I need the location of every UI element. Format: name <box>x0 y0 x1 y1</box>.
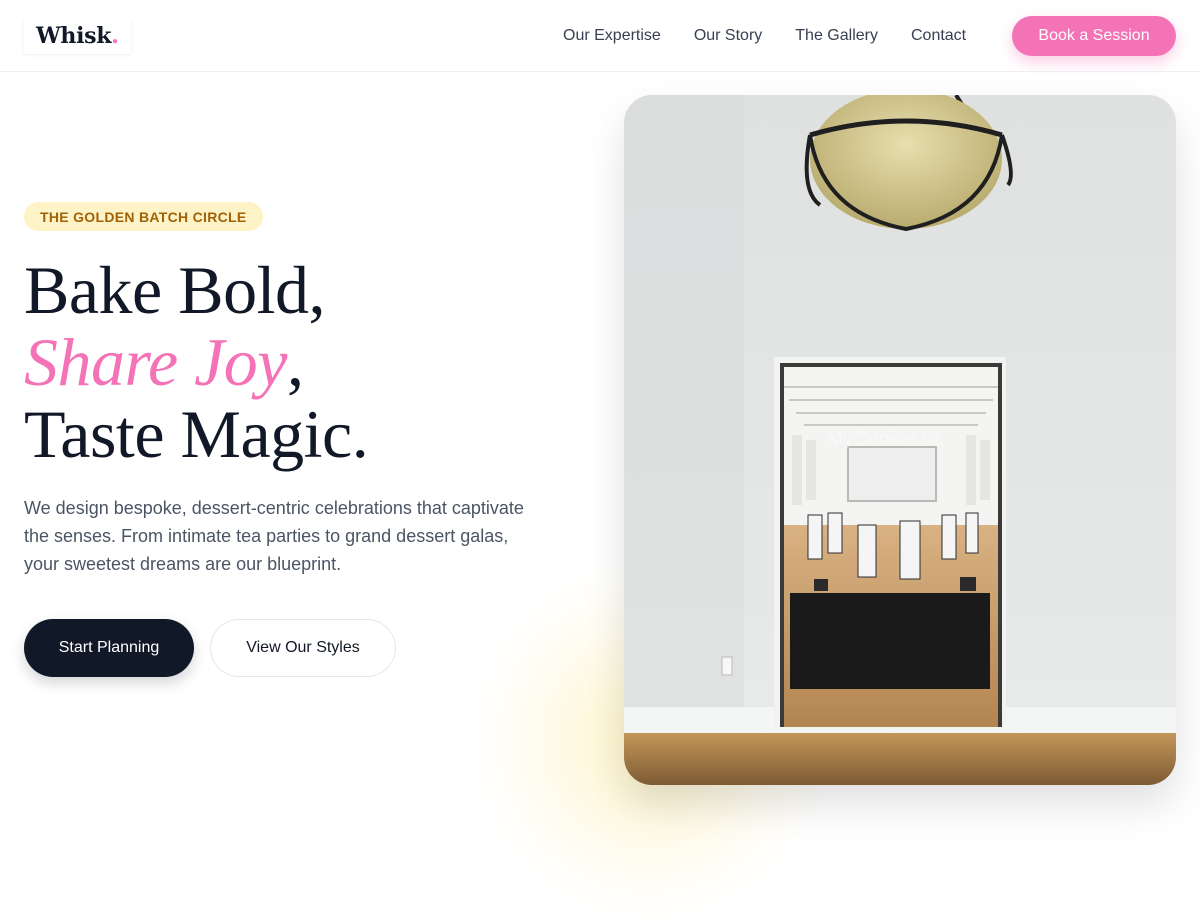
headline-accent: Share Joy <box>24 324 287 400</box>
headline-line-3: Taste Magic. <box>24 396 369 472</box>
hero-headline: Bake Bold, Share Joy, Taste Magic. <box>24 252 369 472</box>
nav-our-expertise[interactable]: Our Expertise <box>563 27 661 45</box>
site-header: Whisk. Our Expertise Our Story The Galle… <box>0 0 1200 72</box>
main-nav: Our Expertise Our Story The Gallery Cont… <box>563 0 966 72</box>
headline-comma: , <box>286 324 304 400</box>
nav-our-story[interactable]: Our Story <box>694 27 762 45</box>
logo[interactable]: Whisk. <box>24 18 131 54</box>
headline-line-1: Bake Bold, <box>24 252 325 328</box>
hero-badge: THE GOLDEN BATCH CIRCLE <box>24 202 263 231</box>
hero-description: We design bespoke, dessert-centric celeb… <box>24 498 524 574</box>
venue-photo-icon: MyCookie.cz <box>624 95 1176 785</box>
logo-dot: . <box>111 23 119 49</box>
hero-image: MyCookie.cz <box>624 95 1176 785</box>
view-styles-button[interactable]: View Our Styles <box>210 619 396 677</box>
image-watermark: MyCookie.cz <box>827 428 941 450</box>
nav-the-gallery[interactable]: The Gallery <box>795 27 878 45</box>
logo-text: Whisk <box>36 23 112 49</box>
start-planning-button[interactable]: Start Planning <box>24 619 194 677</box>
nav-contact[interactable]: Contact <box>911 27 966 45</box>
book-session-button[interactable]: Book a Session <box>1012 16 1176 56</box>
